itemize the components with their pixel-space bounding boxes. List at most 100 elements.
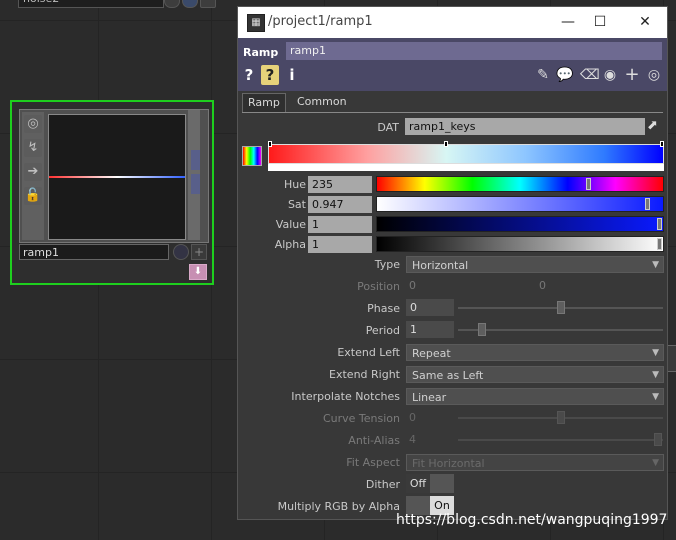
value-knob[interactable] <box>657 218 662 230</box>
ramp-editor[interactable] <box>268 141 664 172</box>
extend-left-label: Extend Left <box>337 346 400 359</box>
maximize-button[interactable]: ☐ <box>587 12 613 32</box>
sat-slider[interactable] <box>376 196 664 212</box>
ramp-node-body: ◎ ↯ ➔ 🔓 <box>19 109 209 243</box>
value-field[interactable]: 1 <box>308 216 372 233</box>
curve-tension-label: Curve Tension <box>322 412 400 425</box>
ramp-gradient[interactable] <box>268 144 664 164</box>
minimize-button[interactable]: — <box>555 12 581 32</box>
python-help-icon[interactable]: ? <box>261 65 279 85</box>
ramp-node[interactable]: ◎ ↯ ➔ 🔓 ramp1 + ⬇ <box>10 100 214 285</box>
period-slider-track[interactable] <box>458 329 663 331</box>
ramp-key[interactable] <box>268 141 272 147</box>
python-icon[interactable]: ◉ <box>601 66 619 84</box>
interpolate-value: Linear <box>412 391 447 404</box>
color-picker-icon[interactable] <box>242 146 262 166</box>
window-title: /project1/ramp1 <box>268 14 373 29</box>
alpha-slider[interactable] <box>376 236 664 252</box>
ramp-node-name[interactable]: ramp1 <box>19 244 169 260</box>
phase-field[interactable]: 0 <box>406 299 454 316</box>
position-x[interactable]: 0 <box>409 279 416 292</box>
sat-knob[interactable] <box>645 198 650 210</box>
node-add-button[interactable]: + <box>191 244 207 260</box>
period-slider-handle[interactable] <box>478 323 486 336</box>
noise-node-name[interactable]: noise2 <box>18 0 164 8</box>
node-viewer-toggle[interactable] <box>164 0 180 8</box>
op-name-field[interactable]: ramp1 <box>286 42 662 60</box>
alpha-knob[interactable] <box>657 238 662 250</box>
lock-icon[interactable]: 🔓 <box>24 187 42 205</box>
dither-switch <box>430 474 454 493</box>
noise-node[interactable]: noise2 <box>12 0 216 8</box>
extend-left-value: Repeat <box>412 347 451 360</box>
chevron-down-icon: ▼ <box>652 458 659 468</box>
antialias-value[interactable]: 4 <box>409 433 416 446</box>
phase-slider-handle[interactable] <box>557 301 565 314</box>
node-bypass-toggle[interactable] <box>173 244 189 260</box>
type-dropdown[interactable]: Horizontal ▼ <box>406 256 664 273</box>
chevron-down-icon: ▼ <box>652 370 659 380</box>
sat-label: Sat <box>287 198 306 211</box>
edit-icon[interactable]: ✎ <box>534 66 552 84</box>
node-side-toolbar: ◎ ↯ ➔ 🔓 <box>22 112 44 240</box>
viewer-icon[interactable]: ◎ <box>24 115 42 133</box>
comment-icon[interactable]: 💬 <box>556 66 574 84</box>
dither-off: Off <box>406 474 430 493</box>
node-display-toggle[interactable] <box>182 0 198 8</box>
dat-field[interactable]: ramp1_keys <box>405 118 645 135</box>
alpha-field[interactable]: 1 <box>308 236 372 253</box>
info-icon[interactable]: i <box>286 65 298 85</box>
curve-tension-handle[interactable] <box>557 411 565 424</box>
tab-common[interactable]: Common <box>292 93 352 111</box>
antialias-label: Anti-Alias <box>348 434 400 447</box>
sat-field[interactable]: 0.947 <box>308 196 372 213</box>
ramp-preview-line <box>49 176 185 178</box>
help-icon[interactable]: ? <box>242 65 256 85</box>
antialias-track[interactable] <box>458 439 663 441</box>
tab-ramp[interactable]: Ramp <box>242 93 286 112</box>
curve-tension-value[interactable]: 0 <box>409 411 416 424</box>
chevron-down-icon: ▼ <box>652 348 659 358</box>
window-titlebar[interactable]: ▦ /project1/ramp1 — ☐ ✕ <box>238 7 667 38</box>
position-y[interactable]: 0 <box>539 279 546 292</box>
arrow-right-icon[interactable]: ➔ <box>24 163 42 181</box>
dat-docked-icon[interactable]: ⬇ <box>189 264 207 280</box>
clear-icon[interactable]: ⌫ <box>580 66 600 84</box>
ramp-key[interactable] <box>660 141 664 147</box>
antialias-handle[interactable] <box>654 433 662 446</box>
parameter-window: ▦ /project1/ramp1 — ☐ ✕ Ramp ramp1 ? ? i… <box>237 6 668 520</box>
dither-toggle[interactable]: Off <box>406 474 454 493</box>
dat-label: DAT <box>377 121 399 134</box>
hue-label: Hue <box>283 178 306 191</box>
node-right-bar <box>188 110 200 240</box>
output-connector[interactable] <box>191 150 200 170</box>
add-icon[interactable]: + <box>623 66 641 84</box>
value-label: Value <box>275 218 306 231</box>
watermark: https://blog.csdn.net/wangpuqing1997 <box>396 512 668 528</box>
output-connector-2[interactable] <box>191 174 200 194</box>
node-output-button[interactable] <box>200 0 216 8</box>
fit-aspect-value: Fit Horizontal <box>412 457 485 470</box>
value-slider[interactable] <box>376 216 664 232</box>
period-field[interactable]: 1 <box>406 321 454 338</box>
target-icon[interactable]: ◎ <box>645 66 663 84</box>
interpolate-dropdown[interactable]: Linear ▼ <box>406 388 664 405</box>
phase-label: Phase <box>367 302 400 315</box>
ramp-preview[interactable] <box>48 114 186 240</box>
fit-aspect-dropdown[interactable]: Fit Horizontal ▼ <box>406 454 664 471</box>
param-tabs: Ramp Common <box>242 93 663 113</box>
hue-slider[interactable] <box>376 176 664 192</box>
close-button[interactable]: ✕ <box>632 12 658 32</box>
hue-field[interactable]: 235 <box>308 176 372 193</box>
ramp-key[interactable] <box>444 141 448 147</box>
extend-right-dropdown[interactable]: Same as Left ▼ <box>406 366 664 383</box>
alpha-label: Alpha <box>274 238 306 251</box>
op-type-label: Ramp <box>243 46 279 59</box>
extend-right-value: Same as Left <box>412 369 484 382</box>
type-value: Horizontal <box>412 259 469 272</box>
dat-pick-icon[interactable]: ⬈ <box>647 118 663 134</box>
cook-icon[interactable]: ↯ <box>24 139 42 157</box>
hue-knob[interactable] <box>586 178 591 190</box>
extend-left-dropdown[interactable]: Repeat ▼ <box>406 344 664 361</box>
chevron-down-icon: ▼ <box>652 392 659 402</box>
